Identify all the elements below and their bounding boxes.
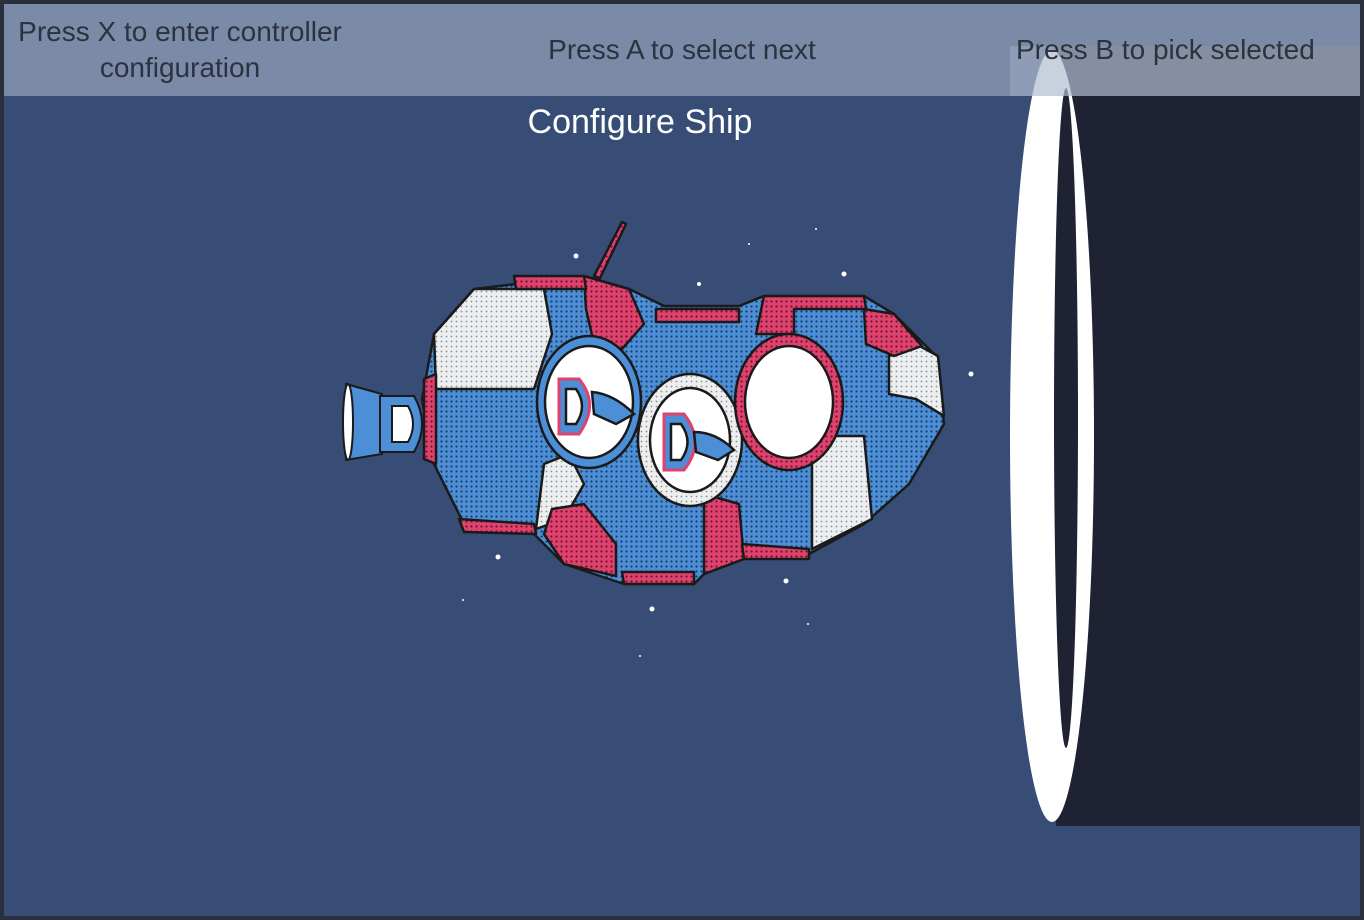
- ship-preview: [342, 220, 974, 657]
- crew-porthole-1: [535, 334, 643, 470]
- pick-selected-hint: Press B to pick selected: [1016, 34, 1315, 65]
- controls-hint-bar: Press X to enter controller configuratio…: [4, 4, 1360, 96]
- select-next-hint: Press A to select next: [548, 34, 816, 65]
- game-viewport: Press X to enter controller configuratio…: [4, 4, 1360, 916]
- part-selection-panel[interactable]: [1010, 46, 1360, 826]
- empty-porthole: [733, 332, 845, 472]
- crew-porthole-2: [636, 372, 744, 508]
- thruster: [342, 382, 423, 462]
- controller-config-hint: Press X to enter controller configuratio…: [18, 16, 342, 83]
